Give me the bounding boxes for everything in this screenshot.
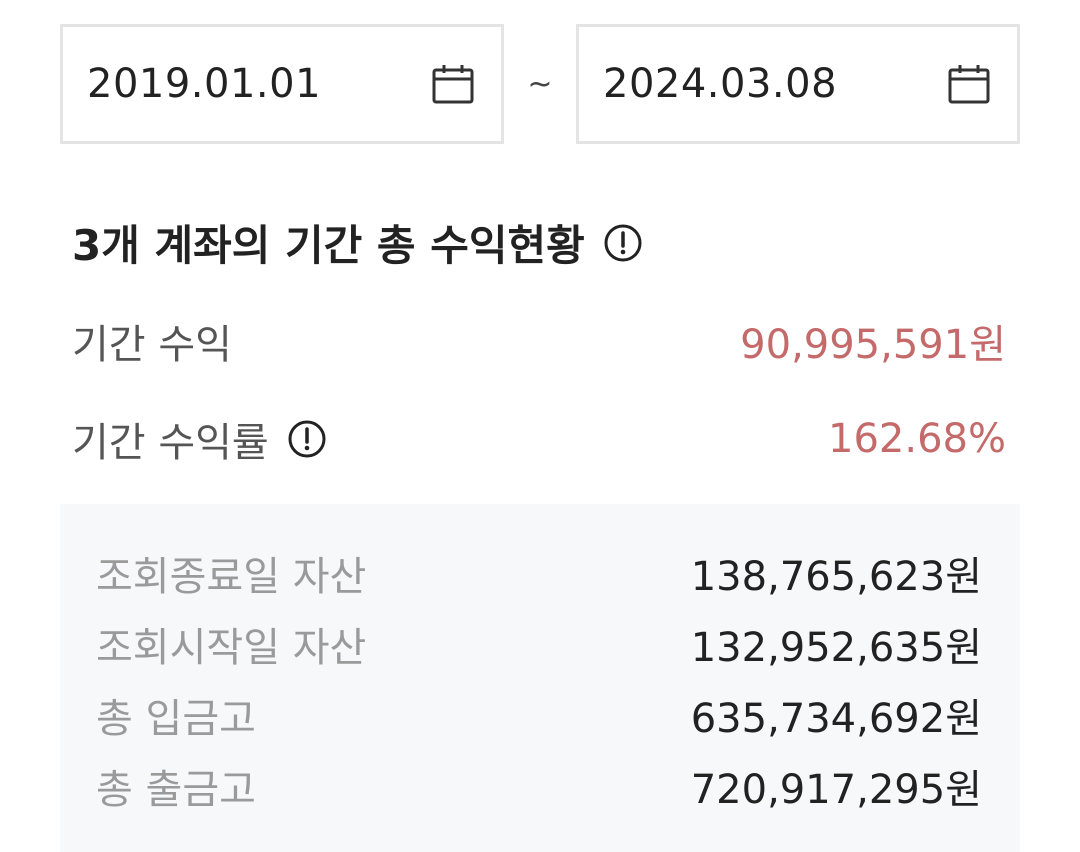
summary-value: 138,765,623원	[690, 554, 982, 600]
period-profit-row: 기간 수익 90,995,591원	[72, 312, 1006, 370]
asset-summary-box: 조회종료일 자산 138,765,623원 조회시작일 자산 132,952,6…	[60, 504, 1020, 852]
section-title-text: 3개 계좌의 기간 총 수익현황	[72, 221, 585, 270]
date-range-separator: ~	[527, 66, 553, 102]
summary-row-total-withdrawals: 총 출금고 720,917,295원	[96, 757, 982, 815]
date-range-picker: 2019.01.01 ~ 2024.03.08	[60, 24, 1020, 144]
end-date-text: 2024.03.08	[603, 61, 838, 107]
summary-label: 조회시작일 자산	[96, 625, 367, 671]
end-date-field[interactable]: 2024.03.08	[576, 24, 1020, 144]
start-date-text: 2019.01.01	[87, 61, 322, 107]
summary-value: 720,917,295원	[690, 767, 982, 813]
period-return-label-group: 기간 수익률	[72, 410, 327, 468]
period-return-label: 기간 수익률	[72, 420, 269, 466]
summary-value: 132,952,635원	[690, 625, 982, 671]
start-date-field[interactable]: 2019.01.01	[60, 24, 504, 144]
summary-value: 635,734,692원	[690, 696, 982, 742]
summary-label: 총 입금고	[96, 696, 256, 742]
period-return-row: 기간 수익률 162.68%	[72, 410, 1006, 468]
section-title: 3개 계좌의 기간 총 수익현황	[72, 212, 643, 273]
period-profit-label: 기간 수익	[72, 322, 232, 368]
summary-row-end-assets: 조회종료일 자산 138,765,623원	[96, 544, 982, 602]
calendar-icon[interactable]	[431, 62, 475, 106]
summary-row-start-assets: 조회시작일 자산 132,952,635원	[96, 615, 982, 673]
summary-label: 조회종료일 자산	[96, 554, 367, 600]
summary-label: 총 출금고	[96, 767, 256, 813]
info-circle-icon[interactable]	[603, 223, 643, 263]
summary-row-total-deposits: 총 입금고 635,734,692원	[96, 686, 982, 744]
period-profit-value: 90,995,591원	[740, 322, 1006, 368]
info-circle-icon[interactable]	[287, 419, 327, 459]
profit-summary-page: 2019.01.01 ~ 2024.03.08 3개 계좌의 기간 총 수익현황…	[0, 0, 1080, 852]
period-return-value: 162.68%	[828, 416, 1006, 462]
calendar-icon[interactable]	[947, 62, 991, 106]
